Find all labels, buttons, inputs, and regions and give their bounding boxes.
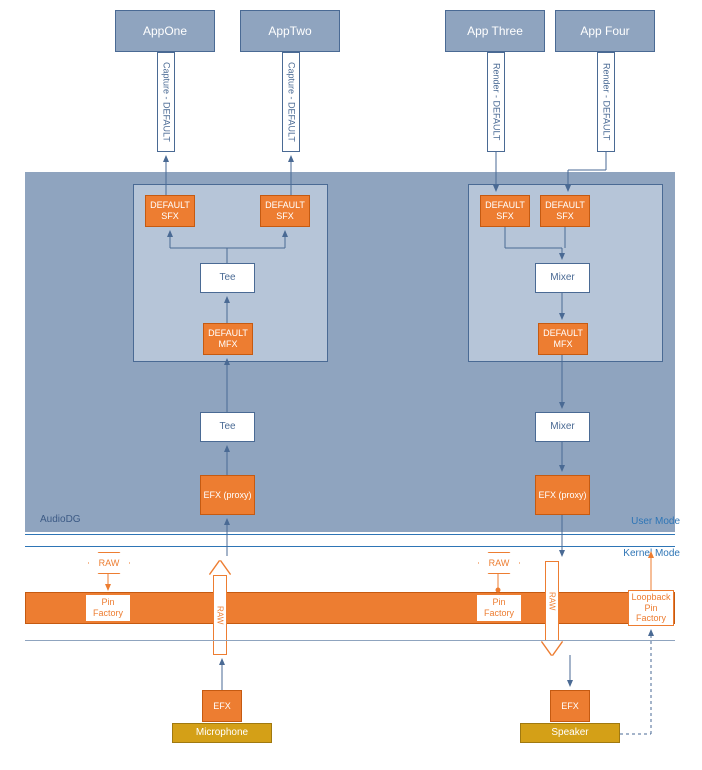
render-two: Render - DEFAULT [597,52,615,152]
tee-inner: Tee [200,263,255,293]
driver-boundary [25,640,675,641]
app-four-box: App Four [555,10,655,52]
sfx-right-1: DEFAULT SFX [480,195,530,227]
raw-hex-left: RAW [88,552,130,574]
sfx-left-1-label: DEFAULT SFX [146,200,194,222]
app-one-box: AppOne [115,10,215,52]
raw-arrow-right-head [542,641,562,655]
loopback-pin-factory: Loopback Pin Factory [628,590,674,626]
app-two-box: AppTwo [240,10,340,52]
efx-proxy-right-label: EFX (proxy) [538,490,586,501]
audiodg-label: AudioDG [40,514,81,525]
pin-factory-right: Pin Factory [476,594,522,622]
raw-arrow-left: RAW [213,575,227,655]
sfx-left-1: DEFAULT SFX [145,195,195,227]
microphone-label: Microphone [196,727,248,739]
app-three-box: App Three [445,10,545,52]
sfx-right-1-label: DEFAULT SFX [481,200,529,222]
raw-hex-right-label: RAW [489,558,510,568]
raw-arrow-right: RAW [545,561,559,641]
app-one-label: AppOne [143,24,187,38]
sfx-right-2-label: DEFAULT SFX [541,200,589,222]
efx-proxy-left: EFX (proxy) [200,475,255,515]
raw-arrow-left-label: RAW [216,606,225,624]
pin-factory-left-label: Pin Factory [86,597,130,619]
user-mode-label: User Mode [620,516,680,527]
efx-left-label: EFX [213,701,231,712]
tee-outer-label: Tee [219,421,235,433]
speaker-box: Speaker [520,723,620,743]
microphone-box: Microphone [172,723,272,743]
mixer-outer: Mixer [535,412,590,442]
raw-hex-right: RAW [478,552,520,574]
capture-two-label: Capture - DEFAULT [286,62,297,142]
mixer-outer-label: Mixer [550,421,574,433]
tee-inner-label: Tee [219,272,235,284]
sfx-left-2: DEFAULT SFX [260,195,310,227]
sfx-right-2: DEFAULT SFX [540,195,590,227]
capture-one-label: Capture - DEFAULT [161,62,172,142]
mixer-inner-label: Mixer [550,272,574,284]
mfx-right-label: DEFAULT MFX [539,328,587,350]
raw-hex-left-label: RAW [99,558,120,568]
mfx-left-label: DEFAULT MFX [204,328,252,350]
tee-outer: Tee [200,412,255,442]
mixer-inner: Mixer [535,263,590,293]
mfx-left: DEFAULT MFX [203,323,253,355]
efx-proxy-left-label: EFX (proxy) [203,490,251,501]
efx-left: EFX [202,690,242,722]
efx-right: EFX [550,690,590,722]
capture-two: Capture - DEFAULT [282,52,300,152]
render-one: Render - DEFAULT [487,52,505,152]
render-two-label: Render - DEFAULT [601,63,612,140]
efx-right-label: EFX [561,701,579,712]
raw-arrow-right-label: RAW [548,592,557,610]
raw-arrow-left-head [210,561,230,575]
sfx-left-2-label: DEFAULT SFX [261,200,309,222]
kernel-mode-boundary [25,546,675,547]
speaker-label: Speaker [551,727,588,739]
user-mode-boundary [25,534,675,535]
capture-one: Capture - DEFAULT [157,52,175,152]
pin-factory-left: Pin Factory [85,594,131,622]
app-four-label: App Four [580,24,629,38]
app-three-label: App Three [467,24,523,38]
loopback-label: Loopback Pin Factory [629,592,673,624]
mfx-right: DEFAULT MFX [538,323,588,355]
pin-factory-right-label: Pin Factory [477,597,521,619]
render-one-label: Render - DEFAULT [491,63,502,140]
efx-proxy-right: EFX (proxy) [535,475,590,515]
kernel-mode-label: Kernel Mode [620,548,680,559]
app-two-label: AppTwo [268,24,311,38]
